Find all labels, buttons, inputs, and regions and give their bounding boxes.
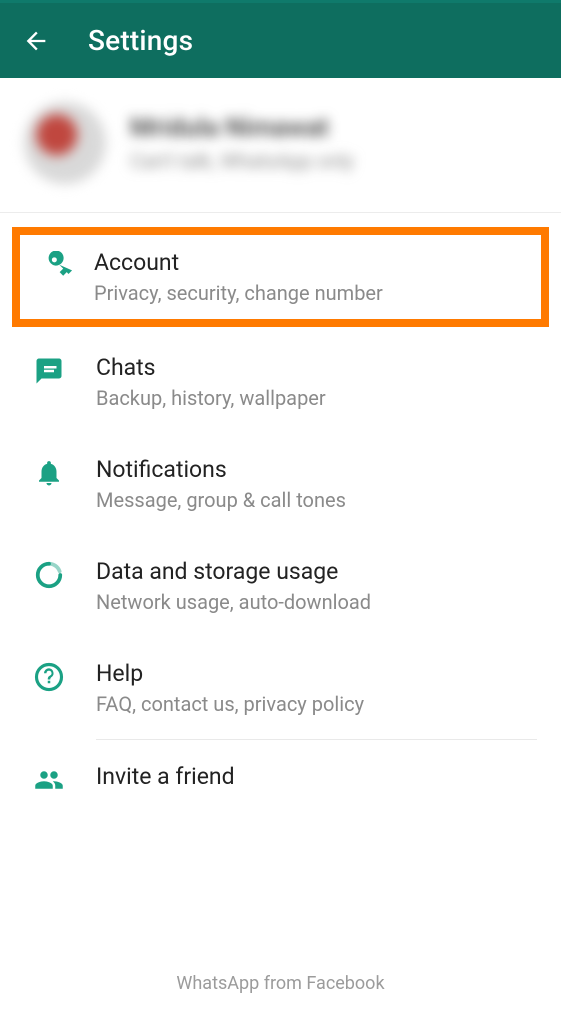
key-icon [42,249,94,281]
profile-name: Mridula Nimawat [130,113,354,143]
settings-item-title: Chats [96,354,537,381]
settings-item-account[interactable]: Account Privacy, security, change number [12,227,549,327]
settings-item-title: Data and storage usage [96,558,537,585]
avatar [24,102,106,184]
settings-item-help[interactable]: Help FAQ, contact us, privacy policy [0,637,561,739]
settings-item-notifications[interactable]: Notifications Message, group & call tone… [0,433,561,535]
footer-label: WhatsApp from Facebook [0,959,561,1024]
settings-item-sub: Backup, history, wallpaper [96,386,537,410]
settings-item-invite[interactable]: Invite a friend [0,740,561,818]
settings-item-sub: Message, group & call tones [96,488,537,512]
settings-item-title: Account [94,249,529,276]
bell-icon [34,456,96,488]
settings-item-sub: FAQ, contact us, privacy policy [96,692,537,716]
settings-item-sub: Privacy, security, change number [94,281,529,305]
settings-item-data[interactable]: Data and storage usage Network usage, au… [0,535,561,637]
profile-text: Mridula Nimawat Can't talk, WhatsApp onl… [130,113,354,173]
settings-item-chats[interactable]: Chats Backup, history, wallpaper [0,331,561,433]
chat-icon [34,354,96,386]
settings-item-title: Help [96,660,537,687]
help-icon [34,660,96,692]
app-bar: Settings [0,3,561,78]
page-title: Settings [88,24,193,57]
profile-row[interactable]: Mridula Nimawat Can't talk, WhatsApp onl… [0,78,561,213]
profile-status: Can't talk, WhatsApp only [130,149,354,173]
settings-item-title: Notifications [96,456,537,483]
settings-item-sub: Network usage, auto-download [96,590,537,614]
people-icon [34,763,96,795]
settings-screen: Settings Mridula Nimawat Can't talk, Wha… [0,0,561,1024]
settings-item-title: Invite a friend [96,763,537,790]
back-button[interactable] [20,25,52,57]
arrow-left-icon [22,27,50,55]
data-usage-icon [34,558,96,590]
settings-list: Account Privacy, security, change number… [0,213,561,959]
